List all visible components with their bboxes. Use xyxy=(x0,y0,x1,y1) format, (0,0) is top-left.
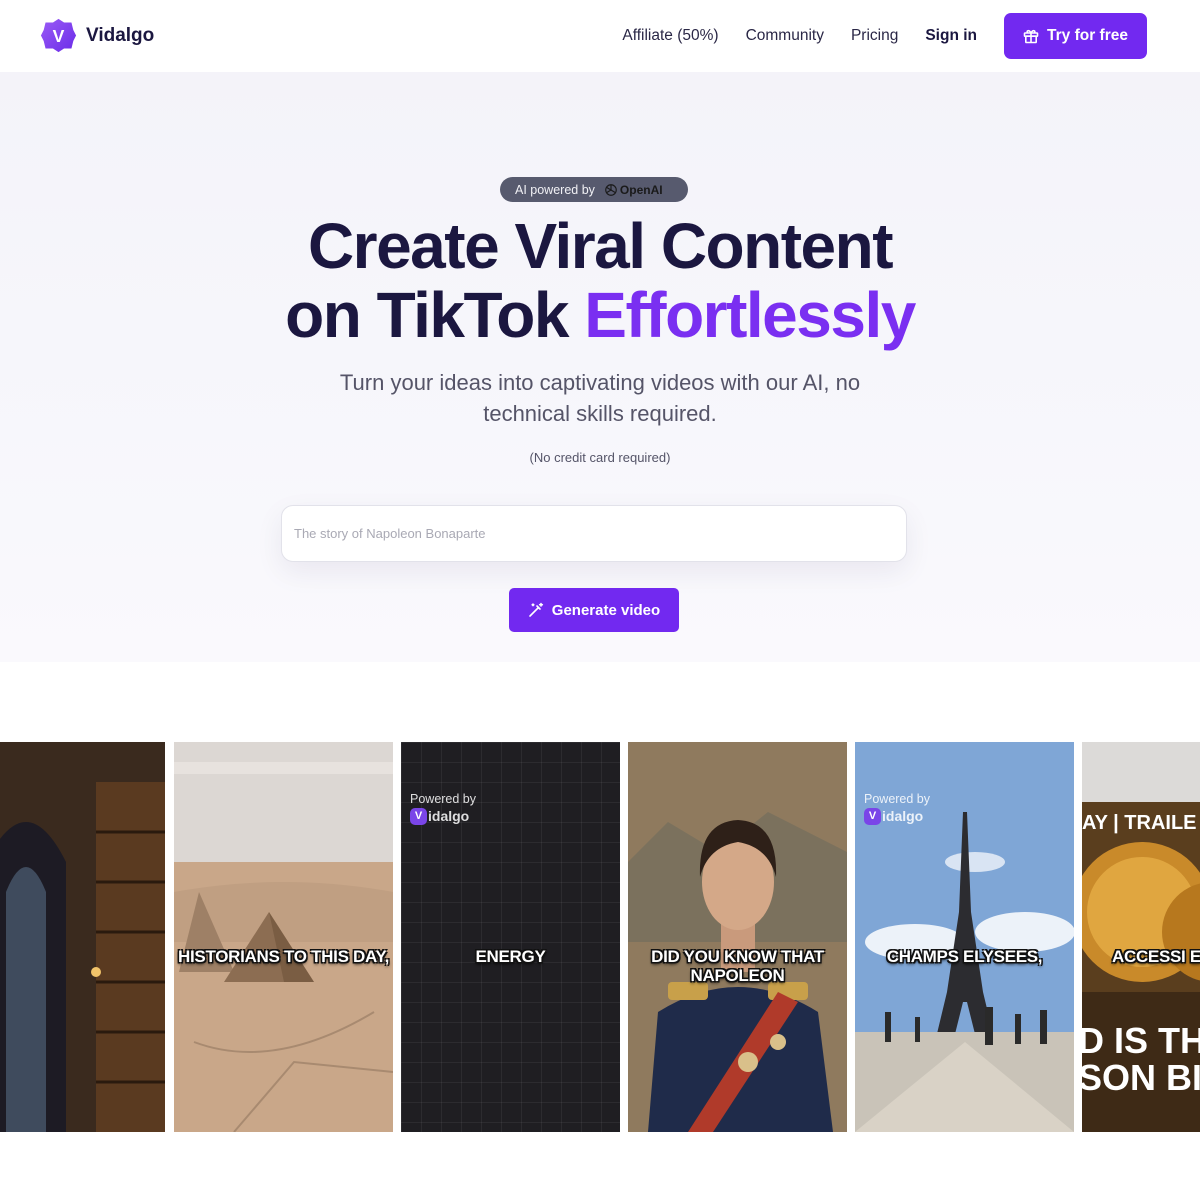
generate-video-label: Generate video xyxy=(551,601,661,619)
card-caption: ACCESSI EVERY xyxy=(1112,947,1200,966)
powered-by-brand: V idalgo xyxy=(410,808,476,825)
card-big-text-line-2: SON BI xyxy=(1082,1057,1200,1098)
svg-text:V: V xyxy=(53,26,65,46)
hero-title-accent: Effortlessly xyxy=(584,279,916,351)
sign-in-link[interactable]: Sign in xyxy=(925,27,977,45)
card-big-text-line-1: D IS TH xyxy=(1082,1020,1200,1061)
powered-by-brand: V idalgo xyxy=(864,808,930,825)
card-top-text: AY | TRAILE xyxy=(1082,812,1197,834)
video-examples-gallery: HISTORIANS TO THIS DAY, Powered by V ida… xyxy=(0,742,1200,1132)
vidalgo-logo-icon: V xyxy=(40,18,77,53)
card-big-text: D IS TH SON BI xyxy=(1082,1022,1200,1096)
brand-logo[interactable]: V Vidalgo xyxy=(40,17,154,54)
video-example-card-napoleon[interactable]: DID YOU KNOW THAT NAPOLEON xyxy=(628,742,847,1132)
card-caption: ENERGY xyxy=(475,947,546,966)
powered-by-watermark: Powered by V idalgo xyxy=(410,792,476,825)
header: V Vidalgo Affiliate (50%) Community Pric… xyxy=(0,0,1200,72)
video-example-card-bitcoin[interactable]: AY | TRAILE ACCESSI EVERY D IS TH SON BI xyxy=(1082,742,1200,1132)
hero-title-line-2: on TikTok xyxy=(285,279,585,351)
library-scene-image xyxy=(0,742,165,1132)
card-caption: CHAMPS ELYSEES, xyxy=(886,947,1043,966)
no-credit-card-note: (No credit card required) xyxy=(529,450,671,465)
powered-by-watermark: Powered by V idalgo xyxy=(864,792,930,825)
vidalgo-mini-logo-icon: V xyxy=(864,808,881,825)
nav-link-affiliate[interactable]: Affiliate (50%) xyxy=(622,27,718,45)
card-caption: HISTORIANS TO THIS DAY, xyxy=(178,947,389,966)
powered-by-label: Powered by xyxy=(864,792,931,806)
ai-powered-badge: AI powered by OpenAI xyxy=(500,177,688,202)
napoleon-portrait-image xyxy=(628,742,847,1132)
video-example-card-paris[interactable]: Powered by V idalgo CHAMPS ELYSEES, xyxy=(855,742,1074,1132)
openai-label: OpenAI xyxy=(619,182,663,197)
try-for-free-button[interactable]: Try for free xyxy=(1004,13,1147,59)
generate-video-button[interactable]: Generate video xyxy=(509,588,679,632)
badge-label: AI powered by xyxy=(515,182,595,197)
video-example-card-energy[interactable]: Powered by V idalgo ENERGY xyxy=(401,742,620,1132)
try-for-free-label: Try for free xyxy=(1047,27,1128,44)
powered-by-brand-text: idalgo xyxy=(882,808,924,824)
powered-by-brand-text: idalgo xyxy=(428,808,470,824)
pyramids-scene-image xyxy=(174,742,393,1132)
vidalgo-mini-logo-icon: V xyxy=(410,808,427,825)
openai-icon xyxy=(605,183,617,196)
brand-name: Vidalgo xyxy=(86,24,155,46)
magic-wand-icon xyxy=(528,602,543,617)
hero-section: AI powered by OpenAI Create Viral Conten… xyxy=(0,72,1200,662)
video-example-card-library[interactable] xyxy=(0,742,165,1132)
powered-by-label: Powered by xyxy=(410,792,477,806)
card-caption: DID YOU KNOW THAT NAPOLEON xyxy=(651,947,824,985)
hero-subtitle: Turn your ideas into captivating videos … xyxy=(339,370,861,426)
hero-title: Create Viral Content on TikTok Effortles… xyxy=(0,212,1200,350)
openai-brand: OpenAI xyxy=(604,183,663,197)
top-nav: Affiliate (50%) Community Pricing Sign i… xyxy=(622,13,1147,59)
nav-link-pricing[interactable]: Pricing xyxy=(851,27,898,45)
video-prompt-input[interactable] xyxy=(281,505,907,562)
hero-title-line-1: Create Viral Content xyxy=(307,210,894,282)
nav-link-community[interactable]: Community xyxy=(746,27,824,45)
video-example-card-pyramids[interactable]: HISTORIANS TO THIS DAY, xyxy=(174,742,393,1132)
gift-icon xyxy=(1023,29,1039,44)
